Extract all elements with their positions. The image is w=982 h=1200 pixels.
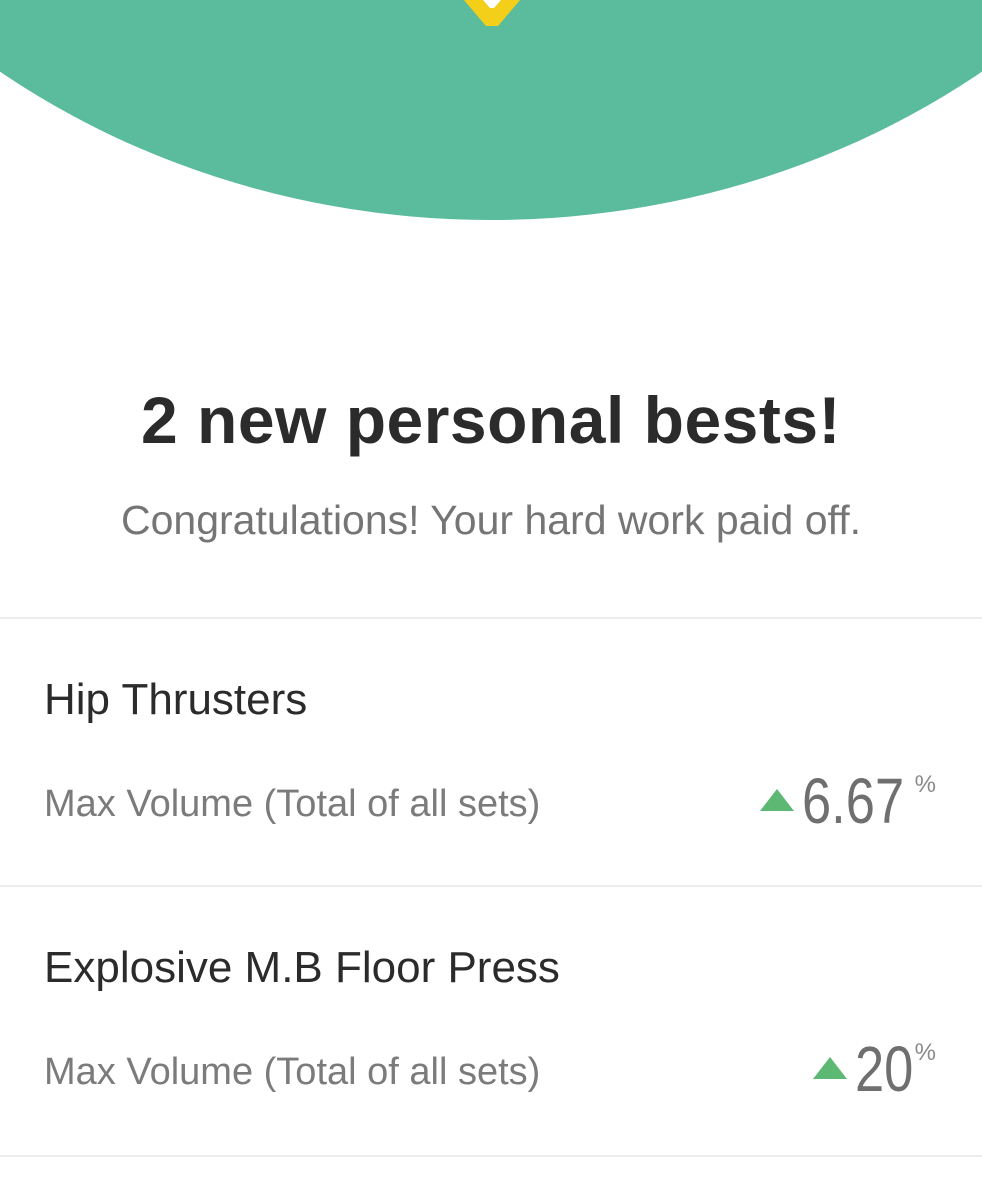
divider (0, 1155, 982, 1157)
metric-label: Max Volume (Total of all sets) (44, 783, 541, 825)
badge-icon (463, 0, 521, 26)
celebration-header (0, 0, 982, 230)
list-item[interactable]: Hip Thrusters Max Volume (Total of all s… (0, 619, 982, 887)
change-unit: % (914, 1039, 936, 1066)
up-arrow-icon (813, 1057, 848, 1079)
list-item[interactable]: Explosive M.B Floor Press Max Volume (To… (0, 887, 982, 1155)
metric-label: Max Volume (Total of all sets) (44, 1051, 541, 1093)
hero-background (0, 0, 982, 220)
percent-change: 20 % (813, 1037, 936, 1101)
up-arrow-icon (760, 789, 795, 811)
exercise-name: Explosive M.B Floor Press (44, 943, 560, 992)
change-value: 6.67 (802, 765, 905, 837)
page-title: 2 new personal bests! (140, 383, 842, 457)
change-value: 20 (855, 1033, 914, 1105)
change-unit: % (914, 771, 936, 798)
exercise-name: Hip Thrusters (44, 675, 308, 724)
percent-change: 6.67 % (760, 769, 936, 833)
page-subtitle: Congratulations! Your hard work paid off… (120, 497, 861, 543)
